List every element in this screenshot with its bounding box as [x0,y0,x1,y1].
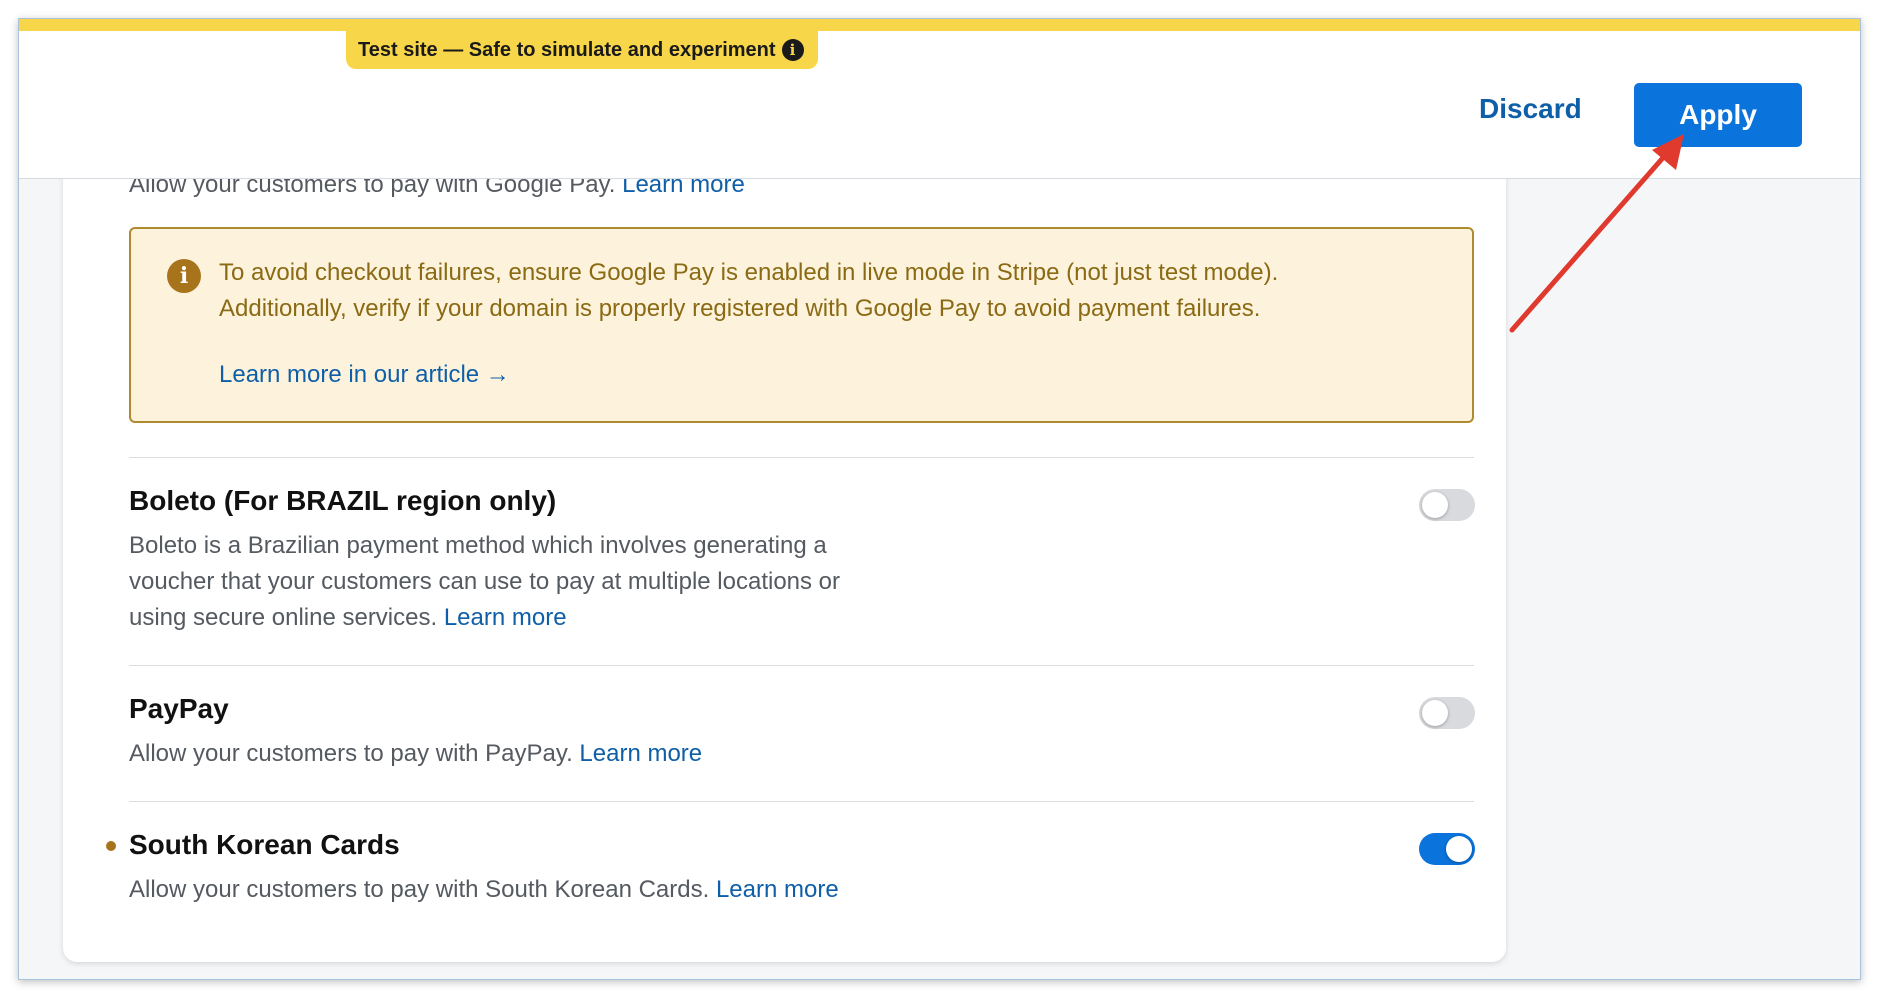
info-icon[interactable]: i [781,39,804,61]
south-korean-cards-description-text: Allow your customers to pay with South K… [129,876,710,903]
paypay-description-text: Allow your customers to pay with PayPay. [129,740,573,767]
boleto-description-line-1: Boleto is a Brazilian payment method whi… [129,532,827,559]
toggle-knob [1422,492,1448,518]
warning-line-1: To avoid checkout failures, ensure Googl… [219,259,1279,286]
toggle-knob [1422,700,1448,726]
boleto-toggle[interactable] [1419,489,1475,521]
discard-button[interactable]: Discard [1479,93,1582,125]
paypay-description: Allow your customers to pay with PayPay.… [129,736,702,772]
boleto-description-line-2: voucher that your customers can use to p… [129,568,841,595]
test-site-badge: Test site — Safe to simulate and experim… [346,31,818,69]
google-pay-warning-callout: i To avoid checkout failures, ensure Goo… [129,227,1474,423]
divider [129,457,1474,458]
south-korean-cards-title: South Korean Cards [129,829,400,860]
south-korean-cards-description: Allow your customers to pay with South K… [129,872,839,908]
top-header: Test site — Safe to simulate and experim… [19,31,1860,179]
boleto-title: Boleto (For BRAZIL region only) [129,485,557,516]
divider [129,801,1474,802]
paypay-title: PayPay [129,693,229,724]
test-mode-stripe [19,19,1860,31]
paypay-learn-more-link[interactable]: Learn more [579,740,702,767]
warning-article-link[interactable]: Learn more in our article → [219,361,510,389]
boleto-description-line-3: using secure online services. Learn more [129,600,840,636]
warning-text: To avoid checkout failures, ensure Googl… [219,255,1278,327]
test-site-label: Test site — Safe to simulate and experim… [358,38,776,61]
south-korean-cards-toggle[interactable] [1419,833,1475,865]
app-frame: Test site — Safe to simulate and experim… [18,18,1861,980]
boleto-learn-more-link[interactable]: Learn more [444,604,567,631]
unsaved-change-dot [106,841,116,851]
south-korean-cards-learn-more-link[interactable]: Learn more [716,876,839,903]
boleto-description: Boleto is a Brazilian payment method whi… [129,528,840,636]
boleto-description-line-3-text: using secure online services. [129,604,438,631]
warning-line-2: Additionally, verify if your domain is p… [219,295,1261,322]
warning-info-icon: i [167,259,201,293]
toggle-knob [1446,836,1472,862]
divider [129,665,1474,666]
apply-button[interactable]: Apply [1634,83,1802,147]
paypay-toggle[interactable] [1419,697,1475,729]
